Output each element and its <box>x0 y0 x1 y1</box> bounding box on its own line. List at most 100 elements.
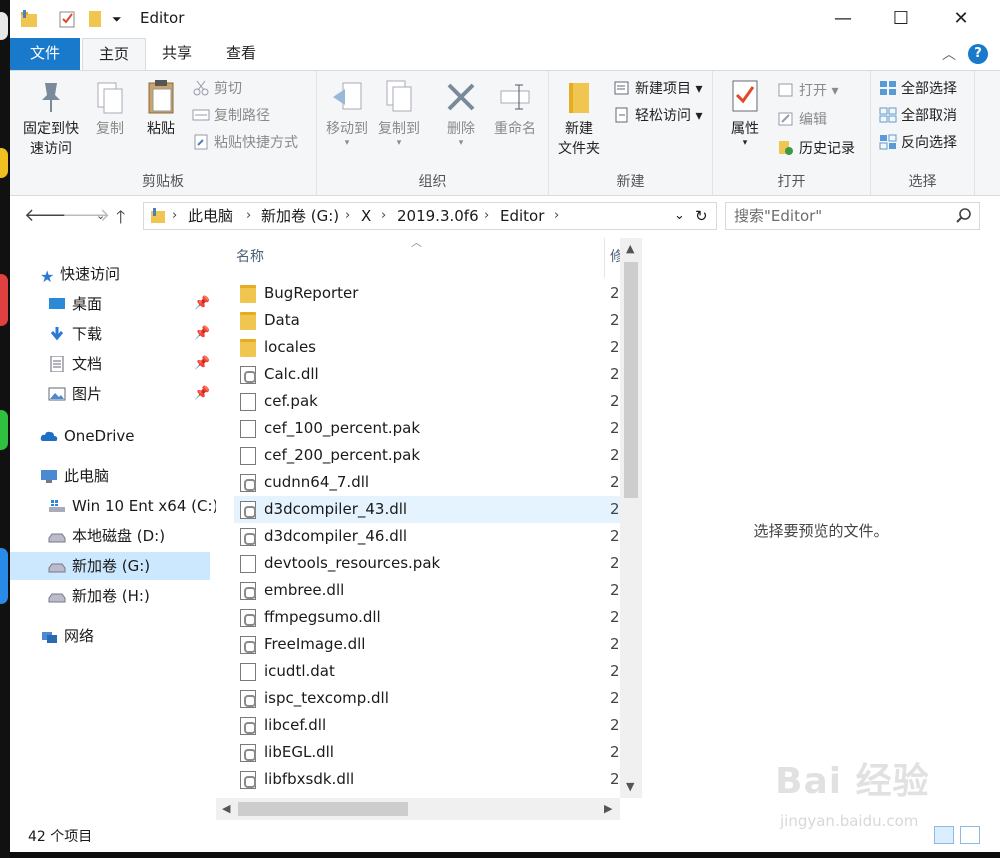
file-row[interactable]: ispc_texcomp.dll 2 <box>234 685 628 712</box>
breadcrumb-separator-icon[interactable]: › <box>246 203 251 229</box>
address-bar[interactable]: › 此电脑 › 新加卷 (G:) › X › 2019.3.0f6 › Edit… <box>143 202 717 230</box>
tab-home[interactable]: 主页 <box>82 38 147 70</box>
properties-quick-icon[interactable] <box>58 9 76 29</box>
file-row[interactable]: locales 2 <box>234 334 628 361</box>
maximize-button[interactable]: ☐ <box>872 0 930 38</box>
desktop-icon <box>0 148 8 178</box>
address-history-chevron-icon[interactable]: ⌄ <box>674 203 685 229</box>
pin-icon[interactable]: 📌 <box>194 356 210 371</box>
sidebar-item-drive-h[interactable]: 新加卷 (H:) <box>48 582 218 610</box>
file-row[interactable]: cef.pak 2 <box>234 388 628 415</box>
open-button[interactable]: 打开 ▾ <box>777 79 838 103</box>
invert-selection-button[interactable]: 反向选择 <box>879 131 957 155</box>
properties-button[interactable]: 属性 ▾ <box>725 77 765 148</box>
horizontal-scroll-thumb[interactable] <box>238 802 408 816</box>
breadcrumb-editor[interactable]: Editor <box>500 203 544 229</box>
scroll-right-arrow-icon[interactable]: ▶ <box>604 802 612 815</box>
select-none-button[interactable]: 全部取消 <box>879 104 957 128</box>
recent-locations-chevron-icon[interactable]: ⌄ <box>96 209 105 222</box>
copy-button[interactable]: 复制 <box>90 77 130 139</box>
file-row[interactable]: embree.dll 2 <box>234 577 628 604</box>
customize-quick-access-icon[interactable]: ⏷ <box>112 9 124 29</box>
column-divider[interactable] <box>604 238 605 278</box>
tab-view[interactable]: 查看 <box>210 38 272 70</box>
select-all-button[interactable]: 全部选择 <box>879 77 957 101</box>
tab-share[interactable]: 共享 <box>146 38 208 70</box>
sidebar-item-pictures[interactable]: 图片 <box>48 380 218 408</box>
minimize-button[interactable]: — <box>814 0 872 38</box>
sidebar-item-drive-c[interactable]: Win 10 Ent x64 (C:) <box>48 492 218 520</box>
scroll-down-arrow-icon[interactable]: ▼ <box>626 780 634 793</box>
sidebar-item-this-pc[interactable]: 此电脑 <box>40 462 210 490</box>
sidebar-item-quick-access[interactable]: ★ 快速访问 <box>40 260 210 288</box>
edit-button[interactable]: 编辑 <box>777 108 827 132</box>
file-row[interactable]: devtools_resources.pak 2 <box>234 550 628 577</box>
select-none-label: 全部取消 <box>901 108 957 124</box>
file-row[interactable]: d3dcompiler_43.dll 2 <box>234 496 628 523</box>
file-icon <box>240 663 256 681</box>
breadcrumb-x[interactable]: X <box>361 203 371 229</box>
delete-button[interactable]: 删除 ▾ <box>441 77 481 148</box>
move-to-button[interactable]: 移动到 ▾ <box>323 77 371 148</box>
history-button[interactable]: 历史记录 <box>777 137 855 161</box>
details-view-icon[interactable] <box>934 826 954 844</box>
file-row[interactable]: libfbxsdk.dll 2 <box>234 766 628 793</box>
pin-icon[interactable]: 📌 <box>194 326 210 341</box>
breadcrumb-drive-g[interactable]: 新加卷 (G:) <box>261 203 339 229</box>
file-row[interactable]: cef_100_percent.pak 2 <box>234 415 628 442</box>
file-row[interactable]: BugReporter 2 <box>234 280 628 307</box>
help-icon[interactable]: ? <box>968 44 988 64</box>
file-row[interactable]: libcef.dll 2 <box>234 712 628 739</box>
file-row[interactable]: Calc.dll 2 <box>234 361 628 388</box>
easy-access-button[interactable]: 轻松访问 ▾ <box>613 104 702 128</box>
paste-button[interactable]: 粘贴 <box>138 77 184 139</box>
file-row[interactable]: FreeImage.dll 2 <box>234 631 628 658</box>
file-row[interactable]: d3dcompiler_46.dll 2 <box>234 523 628 550</box>
breadcrumb-separator-icon[interactable]: › <box>484 203 489 229</box>
cut-button[interactable]: 剪切 <box>192 77 242 101</box>
new-item-button[interactable]: 新建项目 ▾ <box>613 77 702 101</box>
file-row[interactable]: ffmpegsumo.dll 2 <box>234 604 628 631</box>
breadcrumb-separator-icon[interactable]: › <box>381 203 386 229</box>
sidebar-item-onedrive[interactable]: OneDrive <box>40 422 210 450</box>
sidebar-item-documents[interactable]: 文档 <box>48 350 218 378</box>
breadcrumb-version[interactable]: 2019.3.0f6 <box>397 203 479 229</box>
new-folder-button[interactable]: 新建 文件夹 <box>553 77 605 159</box>
large-icons-view-icon[interactable] <box>960 826 980 844</box>
sidebar-item-drive-g[interactable]: 新加卷 (G:) <box>10 552 210 580</box>
close-button[interactable]: ✕ <box>932 0 990 38</box>
breadcrumb-this-pc[interactable]: 此电脑 <box>188 203 233 229</box>
pin-icon[interactable]: 📌 <box>194 296 210 311</box>
search-input[interactable]: 搜索"Editor" <box>725 202 980 230</box>
breadcrumb-separator-icon[interactable]: › <box>345 203 350 229</box>
vertical-scroll-thumb[interactable] <box>624 262 638 498</box>
file-name: FreeImage.dll <box>264 635 366 653</box>
vertical-scrollbar[interactable]: ▲ ▼ <box>620 238 642 798</box>
sidebar-item-drive-d[interactable]: 本地磁盘 (D:) <box>48 522 218 550</box>
file-row[interactable]: libEGL.dll 2 <box>234 739 628 766</box>
sidebar-item-desktop[interactable]: 桌面 <box>48 290 218 318</box>
collapse-ribbon-icon[interactable]: ︿ <box>942 44 956 64</box>
sidebar-item-network[interactable]: 网络 <box>40 622 210 650</box>
rename-button[interactable]: 重命名 <box>489 77 541 139</box>
horizontal-scrollbar[interactable]: ◀ ▶ <box>216 798 620 820</box>
refresh-icon[interactable]: ↻ <box>695 203 708 229</box>
scroll-up-arrow-icon[interactable]: ▲ <box>626 242 634 255</box>
file-row[interactable]: icudtl.dat 2 <box>234 658 628 685</box>
column-header-name[interactable]: 名称 <box>236 246 264 266</box>
pin-to-quick-access-button[interactable]: 固定到快 速访问 <box>16 77 86 159</box>
up-arrow-icon[interactable]: 🡑 <box>116 205 125 235</box>
file-row[interactable]: cudnn64_7.dll 2 <box>234 469 628 496</box>
file-row[interactable]: cef_200_percent.pak 2 <box>234 442 628 469</box>
paste-shortcut-button[interactable]: 粘贴快捷方式 <box>192 131 298 155</box>
pin-icon[interactable]: 📌 <box>194 386 210 401</box>
scroll-left-arrow-icon[interactable]: ◀ <box>222 802 230 815</box>
breadcrumb-separator-icon[interactable]: › <box>554 203 559 229</box>
tab-file[interactable]: 文件 <box>10 38 80 70</box>
file-row[interactable]: Data 2 <box>234 307 628 334</box>
sidebar-item-downloads[interactable]: 下载 <box>48 320 218 348</box>
breadcrumb-separator-icon[interactable]: › <box>172 203 177 229</box>
copy-path-button[interactable]: 复制路径 <box>192 104 270 128</box>
new-folder-quick-icon[interactable] <box>86 9 104 29</box>
copy-to-button[interactable]: 复制到 ▾ <box>375 77 423 148</box>
